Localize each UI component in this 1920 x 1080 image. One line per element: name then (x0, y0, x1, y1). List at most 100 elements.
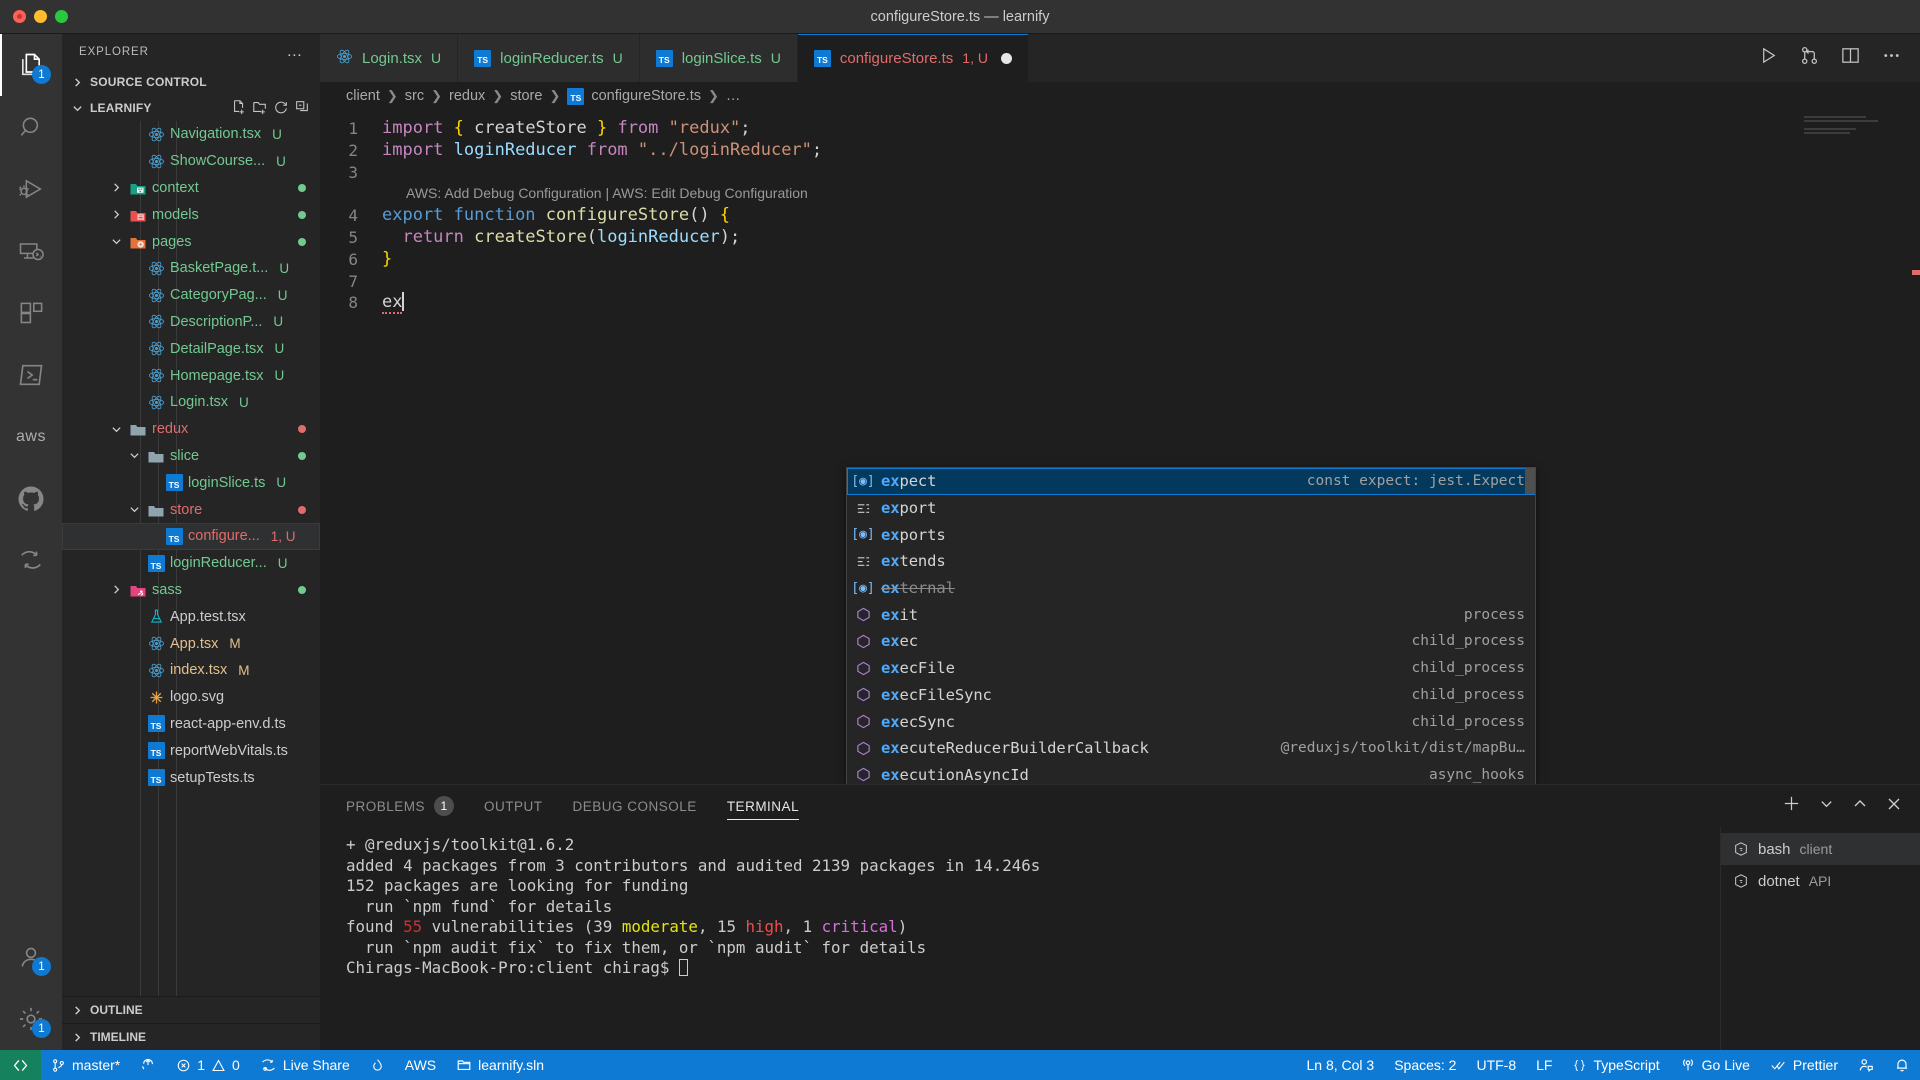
sidebar-section-source-control[interactable]: SOURCE CONTROL (62, 69, 320, 95)
tree-file[interactable]: DetailPage.tsx U (62, 335, 320, 362)
code-line[interactable]: 3 (320, 162, 1920, 184)
tree-twisty[interactable] (126, 394, 142, 410)
code-line[interactable]: 6} (320, 249, 1920, 271)
tree-file[interactable]: index.tsx M (62, 657, 320, 684)
activity-extensions[interactable] (0, 282, 62, 344)
activity-explorer[interactable]: 1 (0, 34, 62, 96)
tree-folder[interactable]: context (62, 175, 320, 202)
suggestion-item[interactable]: executeReducerBuilderCallback @reduxjs/to… (847, 735, 1535, 762)
chevron-down-icon[interactable] (1819, 796, 1834, 816)
status-solution[interactable]: learnify.sln (446, 1050, 554, 1080)
status-prettier[interactable]: Prettier (1760, 1050, 1848, 1080)
suggestion-item[interactable]: execFileSync child_process (847, 682, 1535, 709)
suggestion-item[interactable]: executionAsyncId async_hooks (847, 762, 1535, 784)
run-icon[interactable] (1758, 45, 1779, 71)
tree-twisty[interactable] (144, 475, 160, 491)
editor-tabs[interactable]: Login.tsx U TS loginReducer.ts U TS loginSlice… (320, 34, 1029, 82)
panel-tab[interactable]: DEBUG CONSOLE (573, 785, 697, 827)
suggestion-item[interactable]: exec child_process (847, 628, 1535, 655)
code-line[interactable]: 4 export function configureStore() { (320, 205, 1920, 227)
tree-folder[interactable]: store (62, 496, 320, 523)
status-sync[interactable] (130, 1050, 166, 1080)
tree-file[interactable]: DescriptionP... U (62, 309, 320, 336)
tree-file[interactable]: TS loginSlice.ts U (62, 469, 320, 496)
breadcrumb-file[interactable]: configureStore.ts (591, 88, 701, 104)
tree-twisty[interactable] (126, 341, 142, 357)
tree-twisty[interactable] (108, 180, 124, 196)
breadcrumb-part[interactable]: store (510, 88, 542, 104)
breadcrumb-symbol[interactable]: … (726, 88, 741, 104)
maximize-window-button[interactable] (55, 10, 68, 23)
activity-search[interactable] (0, 96, 62, 158)
status-indentation[interactable]: Spaces: 2 (1384, 1050, 1466, 1080)
suggestion-item[interactable]: execSync child_process (847, 708, 1535, 735)
status-encoding[interactable]: UTF-8 (1466, 1050, 1526, 1080)
collapse-all-icon[interactable] (294, 99, 310, 118)
tree-folder[interactable]: slice (62, 443, 320, 470)
tree-file[interactable]: Navigation.tsx U (62, 121, 320, 148)
activity-powershell[interactable] (0, 344, 62, 406)
code-lens[interactable]: AWS: Add Debug Configuration | AWS: Edit… (320, 183, 1920, 205)
status-eol[interactable]: LF (1526, 1050, 1562, 1080)
tree-file[interactable]: App.test.tsx (62, 603, 320, 630)
tree-twisty[interactable] (126, 636, 142, 652)
status-branch[interactable]: master* (41, 1050, 130, 1080)
tree-twisty[interactable] (126, 153, 142, 169)
terminal-output[interactable]: + @reduxjs/toolkit@1.6.2 added 4 packages… (320, 827, 1720, 1050)
file-tree[interactable]: Navigation.tsx U ShowCourse... Ucontext mode… (62, 121, 320, 996)
panel-tab[interactable]: PROBLEMS 1 (346, 785, 455, 827)
tree-folder[interactable]: models (62, 201, 320, 228)
tree-twisty[interactable] (126, 502, 142, 518)
tree-twisty[interactable] (126, 770, 142, 786)
sidebar-section-learnify[interactable]: LEARNIFY (62, 95, 320, 121)
new-file-icon[interactable] (231, 99, 247, 118)
tree-file[interactable]: logo.svg (62, 684, 320, 711)
suggestion-item[interactable]: exit process (847, 601, 1535, 628)
code-line[interactable]: 5 return createStore(loginReducer); (320, 227, 1920, 249)
tree-twisty[interactable] (126, 662, 142, 678)
tree-twisty[interactable] (126, 716, 142, 732)
tree-twisty[interactable] (126, 689, 142, 705)
suggestion-widget[interactable]: [◉] expect const expect: jest.Expect export… (846, 467, 1536, 784)
tree-file[interactable]: BasketPage.t... U (62, 255, 320, 282)
activity-accounts[interactable]: 1 (0, 926, 62, 988)
editor-tab[interactable]: Login.tsx U (320, 34, 459, 82)
new-folder-icon[interactable] (252, 99, 268, 118)
breadcrumb[interactable]: client ❯ src ❯ redux ❯ store ❯ TS configureStore.… (320, 82, 1920, 110)
remote-window-button[interactable] (0, 1050, 41, 1080)
code-lines[interactable]: 1 import { createStore } from "redux"; 2 im… (320, 110, 1920, 315)
status-language-mode[interactable]: TypeScript (1562, 1050, 1669, 1080)
tree-folder[interactable]: pages (62, 228, 320, 255)
terminal-instance-list[interactable]: bash client dotnet API (1720, 827, 1920, 1050)
status-go-live[interactable]: Go Live (1670, 1050, 1760, 1080)
tree-twisty[interactable] (126, 368, 142, 384)
tree-twisty[interactable] (108, 207, 124, 223)
window-controls[interactable] (0, 10, 68, 23)
tree-twisty[interactable] (126, 743, 142, 759)
tree-file[interactable]: TS loginReducer... U (62, 550, 320, 577)
suggestion-item[interactable]: export (847, 495, 1535, 522)
editor-tab[interactable]: TS configureStore.ts 1, U (797, 34, 1029, 82)
editor-tab[interactable]: TS loginSlice.ts U (639, 34, 798, 82)
suggestion-item[interactable]: [◉] external (847, 575, 1535, 602)
tab-dirty-indicator[interactable] (1000, 52, 1012, 64)
tree-twisty[interactable] (108, 421, 124, 437)
close-window-button[interactable] (13, 10, 26, 23)
tree-file[interactable]: Login.tsx U (62, 389, 320, 416)
status-notifications[interactable] (1884, 1050, 1920, 1080)
source-control-icon[interactable] (1799, 45, 1820, 71)
code-line[interactable]: 7 (320, 271, 1920, 293)
activity-aws[interactable]: aws (0, 406, 62, 468)
terminal-list-item[interactable]: dotnet API (1721, 865, 1920, 897)
activity-settings[interactable]: 1 (0, 988, 62, 1050)
panel-tab-bar[interactable]: PROBLEMS 1 OUTPUT DEBUG CONSOLE TERMINAL (320, 785, 1920, 827)
status-cursor-position[interactable]: Ln 8, Col 3 (1296, 1050, 1384, 1080)
sidebar-section-timeline[interactable]: TIMELINE (62, 1023, 320, 1050)
panel-tab[interactable]: OUTPUT (484, 785, 543, 827)
sidebar-section-outline[interactable]: OUTLINE (62, 996, 320, 1023)
activity-live-share[interactable] (0, 530, 62, 592)
terminal-list-item[interactable]: bash client (1721, 833, 1920, 865)
close-panel-icon[interactable] (1886, 796, 1902, 817)
activity-remote-explorer[interactable] (0, 220, 62, 282)
status-flame[interactable] (360, 1050, 395, 1080)
